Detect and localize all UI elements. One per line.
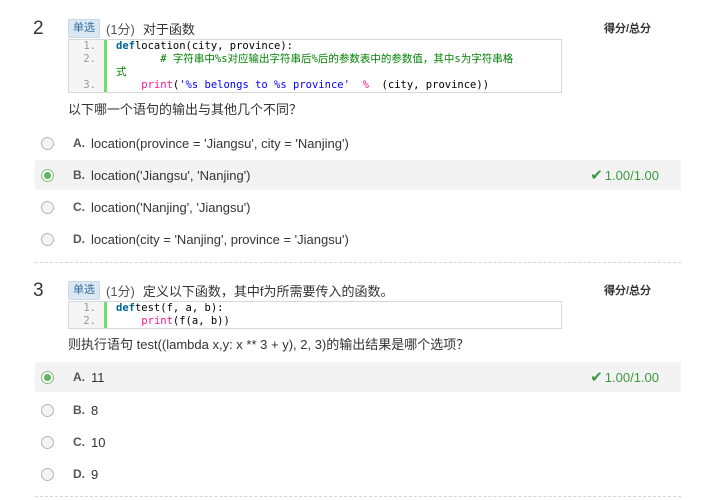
line-number: 1. [69,302,107,315]
option-letter: B. [73,168,85,182]
score-total-label: 得分/总分 [604,23,652,35]
code-token: (f(a, b)) [172,315,230,327]
question-number: 2 [33,18,44,39]
option-d[interactable]: D. 9 [35,459,681,489]
question-prompt: 则执行语句 test((lambda x,y: x ** 3 + y), 2, … [68,337,470,352]
question-divider [35,262,681,263]
option-letter: C. [73,435,85,449]
option-a[interactable]: A. location(province = 'Jiangsu', city =… [35,128,681,158]
code-block: 1. deftest(f, a, b): 2. print(f(a, b)) [68,301,562,329]
option-text: location(province = 'Jiangsu', city = 'N… [91,135,349,151]
code-token: 式 [116,66,127,78]
radio-icon[interactable] [41,370,54,384]
option-letter: C. [73,200,85,214]
code-token: print [141,315,173,327]
code-text: 式 [107,66,127,79]
code-line: 1. deflocation(city, province): [69,40,561,53]
radio-icon[interactable] [41,168,54,182]
radio-icon[interactable] [41,467,54,481]
line-number: . [69,66,107,79]
radio-icon[interactable] [41,136,54,150]
code-text: print('%s belongs to %s province' % (cit… [107,79,489,92]
option-result: ✔ 1.00/1.00 [590,166,659,184]
question-header: 单选 (1分) 定义以下函数，其中f为所需要传入的函数。 [68,281,394,300]
option-letter: A. [73,136,85,150]
check-icon: ✔ [590,369,603,386]
code-line: 3. print('%s belongs to %s province' % (… [69,79,561,92]
result-score: 1.00/1.00 [604,167,659,183]
line-number: 3. [69,79,107,92]
code-text: deftest(f, a, b): [107,302,223,315]
question-header: 单选 (1分) 对于函数 [68,19,195,38]
check-icon: ✔ [590,167,603,184]
code-token: def [116,40,135,52]
option-a[interactable]: A. 11 ✔ 1.00/1.00 [35,362,681,392]
line-number: 2. [69,315,107,328]
question-score: (1分) [106,22,135,37]
option-c[interactable]: C. 10 [35,427,681,457]
question-number: 3 [33,280,44,301]
code-text: print(f(a, b)) [107,315,230,328]
code-token: (city, province)) [368,79,490,91]
radio-icon[interactable] [41,200,54,214]
option-text: 11 [91,369,105,385]
option-text: 10 [91,434,106,450]
question-score: (1分) [106,284,135,299]
option-text: location('Nanjing', 'Jiangsu') [91,199,251,215]
code-line: .式 [69,66,561,79]
code-token: location(city, province): [134,40,294,52]
code-token: test(f, a, b): [134,302,224,314]
code-block: 1. deflocation(city, province): 2. # 字符串中%… [68,39,562,93]
question-type-badge: 单选 [68,19,100,38]
question-title: 对于函数 [142,22,195,37]
option-letter: B. [73,403,85,417]
radio-icon[interactable] [41,232,54,246]
score-total-label: 得分/总分 [604,285,652,297]
option-result: ✔ 1.00/1.00 [590,368,659,386]
radio-icon[interactable] [41,403,54,417]
line-number: 1. [69,40,107,53]
question-title: 定义以下函数，其中f为所需要传入的函数。 [142,284,394,299]
option-text: location(city = 'Nanjing', province = 'J… [91,231,349,247]
option-d[interactable]: D. location(city = 'Nanjing', province =… [35,224,681,254]
line-number: 2. [69,53,107,66]
code-line: 2. # 字符串中%s对应输出字符串后%后的参数表中的参数值，其中s为字符串格 [69,53,561,66]
result-score: 1.00/1.00 [604,369,659,385]
code-token: print [141,79,173,91]
code-line: 2. print(f(a, b)) [69,315,561,328]
option-b[interactable]: B. location('Jiangsu', 'Nanjing') ✔ 1.00… [35,160,681,190]
code-line: 1. deftest(f, a, b): [69,302,561,315]
code-text: deflocation(city, province): [107,40,293,53]
question-type-badge: 单选 [68,281,100,300]
option-text: 8 [91,402,99,418]
code-text: # 字符串中%s对应输出字符串后%后的参数表中的参数值，其中s为字符串格 [107,53,513,66]
code-token: # 字符串中%s对应输出字符串后%后的参数表中的参数值，其中s为字符串格 [160,53,514,65]
code-token: def [116,302,135,314]
option-b[interactable]: B. 8 [35,395,681,425]
radio-icon[interactable] [41,435,54,449]
code-token: '%s belongs to %s province' [179,79,350,91]
option-letter: D. [73,467,85,481]
option-text: location('Jiangsu', 'Nanjing') [91,167,251,183]
question-divider [35,496,681,497]
option-c[interactable]: C. location('Nanjing', 'Jiangsu') [35,192,681,222]
option-text: 9 [91,466,99,482]
question-prompt: 以下哪一个语句的输出与其他几个不同？ [68,102,303,117]
option-letter: D. [73,232,85,246]
option-letter: A. [73,370,85,384]
